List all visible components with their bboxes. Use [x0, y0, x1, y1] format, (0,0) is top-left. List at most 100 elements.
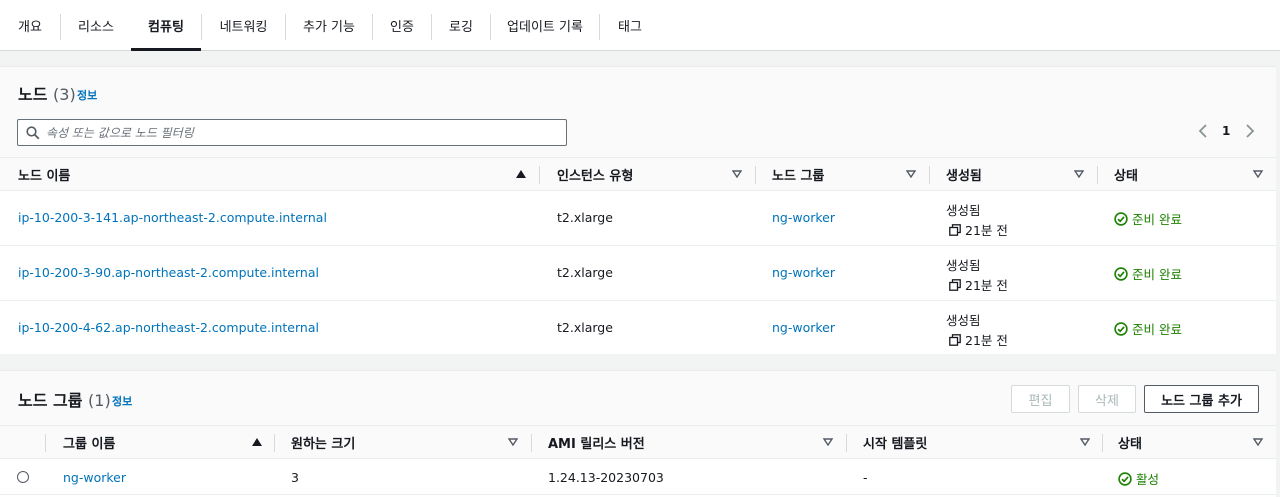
status-text: 활성 — [1136, 472, 1160, 487]
node-group-link[interactable]: ng-worker — [772, 265, 835, 280]
status-badge: 준비 완료 — [1114, 319, 1182, 338]
sort-caret-down-icon[interactable] — [732, 170, 742, 178]
nodes-page-number[interactable]: 1 — [1222, 124, 1230, 138]
tab-auth[interactable]: 인증 — [373, 0, 431, 51]
node-groups-table-header: 그룹 이름 원하는 크기 AMI 릴리스 버전 시작 템플릿 상태 — [0, 425, 1276, 459]
tab-networking[interactable]: 네트워킹 — [202, 0, 285, 51]
col-label: 노드 이름 — [18, 169, 71, 184]
node-groups-title: 노드 그룹 (1) — [18, 387, 111, 411]
chevron-left-icon[interactable] — [1196, 123, 1210, 139]
status-badge: 준비 완료 — [1114, 264, 1182, 283]
column-divider — [539, 166, 540, 184]
column-divider — [755, 166, 756, 184]
desired-size: 3 — [291, 470, 299, 485]
table-row: ip-10-200-3-90.ap-northeast-2.compute.in… — [0, 246, 1276, 301]
col-label: 그룹 이름 — [63, 437, 116, 452]
tab-logging[interactable]: 로깅 — [432, 0, 490, 51]
ami-version: 1.24.13-20230703 — [548, 470, 664, 485]
nodes-title-text: 노드 — [18, 85, 48, 104]
col-created[interactable]: 생성됨 — [946, 158, 982, 191]
check-circle-icon — [1114, 321, 1128, 336]
tab-label: 추가 기능 — [303, 20, 355, 35]
column-divider — [531, 434, 532, 452]
nodes-table-header: 노드 이름 인스턴스 유형 노드 그룹 생성됨 상태 — [0, 157, 1276, 191]
col-group-name[interactable]: 그룹 이름 — [63, 426, 115, 459]
node-group-link[interactable]: ng-worker — [772, 320, 835, 335]
tab-tags[interactable]: 태그 — [600, 0, 660, 51]
created-value: 21분 전 — [949, 275, 1008, 294]
add-node-group-button[interactable]: 노드 그룹 추가 — [1144, 385, 1259, 413]
nodes-info-link[interactable]: 정보 — [77, 87, 97, 103]
col-label: 상태 — [1114, 169, 1138, 184]
col-node-name[interactable]: 노드 이름 — [18, 158, 70, 191]
status-badge: 활성 — [1118, 469, 1159, 488]
col-ami-version[interactable]: AMI 릴리스 버전 — [548, 426, 645, 459]
column-divider — [929, 166, 930, 184]
instance-type: t2.xlarge — [557, 210, 613, 225]
sort-ascending-icon[interactable] — [252, 438, 262, 446]
col-status[interactable]: 상태 — [1114, 158, 1138, 191]
col-status[interactable]: 상태 — [1118, 426, 1142, 459]
node-name-link[interactable]: ip-10-200-3-90.ap-northeast-2.compute.in… — [18, 265, 319, 280]
tab-bar: 개요 리소스 컴퓨팅 네트워킹 추가 기능 인증 로깅 업데이트 기록 태그 — [0, 0, 1280, 51]
sort-caret-down-icon[interactable] — [906, 170, 916, 178]
node-groups-title-text: 노드 그룹 — [18, 391, 83, 410]
node-groups-info-link[interactable]: 정보 — [112, 393, 132, 409]
sort-caret-down-icon[interactable] — [1080, 438, 1090, 446]
tab-overview[interactable]: 개요 — [0, 0, 60, 51]
sort-caret-down-icon[interactable] — [508, 438, 518, 446]
status-badge: 준비 완료 — [1114, 209, 1182, 228]
nodes-filter[interactable] — [17, 119, 567, 146]
table-row: ng-worker 3 1.24.13-20230703 - 활성 — [0, 459, 1276, 495]
node-groups-panel: 노드 그룹 (1) 정보 편집 삭제 노드 그룹 추가 그룹 이름 원하는 크기… — [0, 370, 1276, 497]
col-desired-size[interactable]: 원하는 크기 — [291, 426, 355, 459]
tab-addons[interactable]: 추가 기능 — [286, 0, 372, 51]
row-select-radio[interactable] — [17, 471, 29, 483]
node-name-link[interactable]: ip-10-200-3-141.ap-northeast-2.compute.i… — [18, 210, 327, 225]
sort-caret-down-icon[interactable] — [1074, 170, 1084, 178]
table-row: ip-10-200-4-62.ap-northeast-2.compute.in… — [0, 301, 1276, 354]
nodes-panel-header: 노드 (3) 정보 1 — [0, 67, 1276, 159]
search-icon — [26, 126, 40, 140]
nodes-filter-input[interactable] — [46, 122, 546, 143]
node-group-name-link[interactable]: ng-worker — [63, 470, 126, 485]
nodes-count: (3) — [53, 85, 76, 104]
check-circle-icon — [1114, 211, 1128, 226]
column-divider — [846, 434, 847, 452]
sort-ascending-icon[interactable] — [516, 170, 526, 178]
tab-label: 로깅 — [449, 20, 473, 35]
status-text: 준비 완료 — [1132, 267, 1182, 282]
col-node-group[interactable]: 노드 그룹 — [772, 158, 824, 191]
status-text: 준비 완료 — [1132, 212, 1182, 227]
tab-label: 태그 — [618, 20, 642, 35]
tab-label: 개요 — [18, 20, 42, 35]
tab-resources[interactable]: 리소스 — [61, 0, 131, 51]
launch-template: - — [863, 470, 868, 485]
col-launch-template[interactable]: 시작 템플릿 — [863, 426, 927, 459]
tab-update-history[interactable]: 업데이트 기록 — [491, 0, 599, 51]
node-groups-panel-header: 노드 그룹 (1) 정보 편집 삭제 노드 그룹 추가 — [0, 371, 1276, 427]
created-value: 21분 전 — [949, 330, 1008, 349]
tab-label: 리소스 — [78, 20, 114, 35]
created-time: 21분 전 — [965, 223, 1008, 238]
tab-label: 업데이트 기록 — [507, 20, 583, 35]
edit-button[interactable]: 편집 — [1011, 385, 1070, 413]
col-label: 생성됨 — [946, 169, 982, 184]
col-label: AMI 릴리스 버전 — [548, 437, 645, 452]
col-instance-type[interactable]: 인스턴스 유형 — [557, 158, 633, 191]
sort-caret-down-icon[interactable] — [1253, 438, 1263, 446]
node-name-link[interactable]: ip-10-200-4-62.ap-northeast-2.compute.in… — [18, 320, 319, 335]
tab-compute[interactable]: 컴퓨팅 — [131, 0, 201, 51]
delete-button[interactable]: 삭제 — [1078, 385, 1136, 413]
node-group-link[interactable]: ng-worker — [772, 210, 835, 225]
sort-caret-down-icon[interactable] — [1253, 170, 1263, 178]
created-label: 생성됨 — [946, 203, 981, 218]
sort-caret-down-icon[interactable] — [823, 438, 833, 446]
column-divider — [1102, 434, 1103, 452]
edit-button-label: 편집 — [1028, 393, 1053, 409]
chevron-right-icon[interactable] — [1243, 123, 1257, 139]
tab-label: 인증 — [390, 20, 414, 35]
copy-icon — [949, 223, 961, 236]
copy-icon — [949, 278, 961, 291]
table-row: ip-10-200-3-141.ap-northeast-2.compute.i… — [0, 191, 1276, 246]
